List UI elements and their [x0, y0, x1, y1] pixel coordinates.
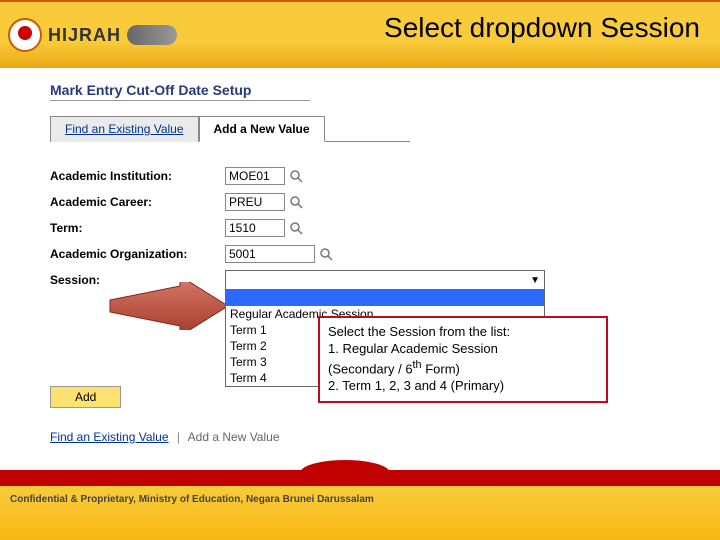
footer: Confidential & Proprietary, Ministry of …	[0, 470, 720, 540]
label-org: Academic Organization:	[50, 247, 225, 261]
input-org[interactable]	[225, 245, 315, 263]
brand-swoosh	[127, 25, 177, 45]
footer-red-band	[0, 470, 720, 486]
callout-line: Select the Session from the list:	[328, 324, 598, 341]
header-band: HIJRAH Select dropdown Session	[0, 0, 720, 68]
label-term: Term:	[50, 221, 225, 235]
callout-line: 1. Regular Academic Session	[328, 341, 598, 358]
chevron-down-icon: ▼	[530, 275, 540, 286]
lookup-icon[interactable]	[288, 168, 304, 184]
crest-icon	[8, 18, 42, 52]
add-button[interactable]: Add	[50, 386, 121, 408]
tabs: Find an Existing Value Add a New Value	[50, 115, 410, 142]
slide-title: Select dropdown Session	[384, 12, 700, 44]
link-find-existing[interactable]: Find an Existing Value	[50, 430, 169, 444]
lookup-icon[interactable]	[288, 194, 304, 210]
lookup-icon[interactable]	[318, 246, 334, 262]
link-add-new: Add a New Value	[188, 430, 280, 444]
input-institution[interactable]	[225, 167, 285, 185]
row-session: Session: ▼ Regular Academic Session Term…	[50, 268, 670, 292]
page-title: Mark Entry Cut-Off Date Setup	[50, 82, 670, 98]
callout-instruction: Select the Session from the list: 1. Reg…	[318, 316, 608, 403]
label-institution: Academic Institution:	[50, 169, 225, 183]
lookup-icon[interactable]	[288, 220, 304, 236]
row-term: Term:	[50, 216, 670, 240]
callout-line: (Secondary / 6th Form)	[328, 358, 598, 378]
row-institution: Academic Institution:	[50, 164, 670, 188]
brand-logo: HIJRAH	[8, 18, 177, 52]
row-org: Academic Organization:	[50, 242, 670, 266]
session-dropdown[interactable]: ▼ Regular Academic Session Term 1 Term 2…	[225, 270, 545, 290]
label-session: Session:	[50, 273, 225, 287]
tab-add-new[interactable]: Add a New Value	[199, 116, 325, 142]
label-career: Academic Career:	[50, 195, 225, 209]
tab-find-existing[interactable]: Find an Existing Value	[50, 116, 199, 142]
footer-text: Confidential & Proprietary, Ministry of …	[0, 486, 720, 540]
session-dropdown-box[interactable]: ▼	[225, 270, 545, 290]
row-career: Academic Career:	[50, 190, 670, 214]
input-career[interactable]	[225, 193, 285, 211]
session-option-blank[interactable]	[226, 290, 544, 306]
bottom-links: Find an Existing Value | Add a New Value	[50, 430, 280, 444]
callout-line: 2. Term 1, 2, 3 and 4 (Primary)	[328, 378, 598, 395]
brand-name: HIJRAH	[48, 25, 121, 46]
input-term[interactable]	[225, 219, 285, 237]
title-underline	[50, 100, 310, 101]
link-separator: |	[172, 430, 185, 444]
